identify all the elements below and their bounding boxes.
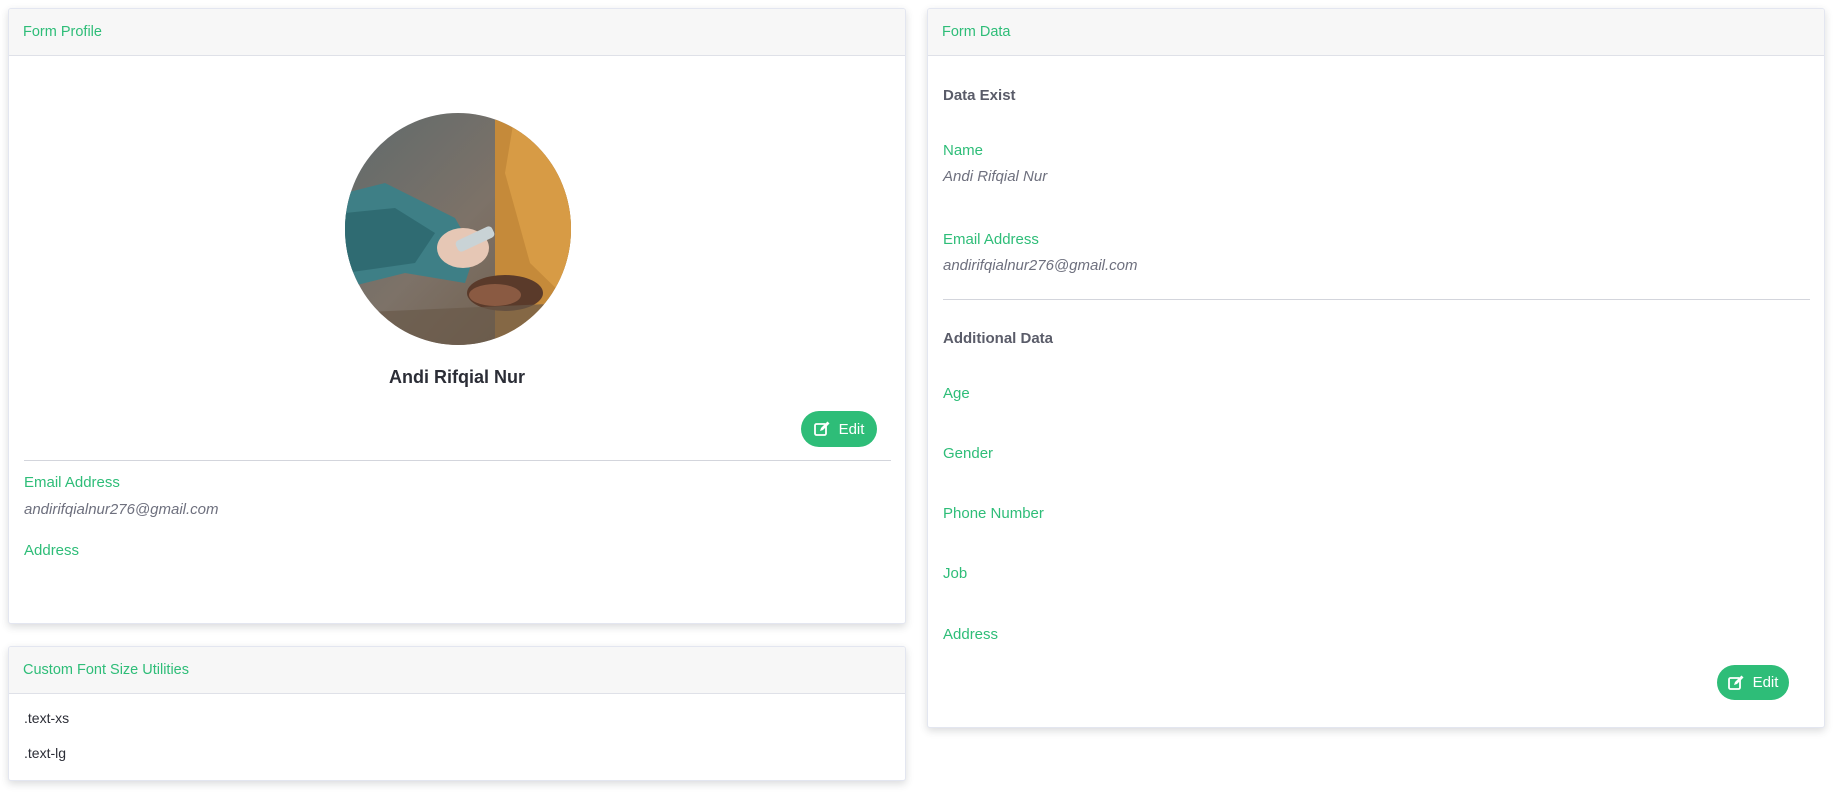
- data-card: Form Data Data Exist Name Andi Rifqial N…: [927, 8, 1825, 728]
- name-label: Name: [943, 142, 984, 159]
- profile-edit-label: Edit: [838, 420, 865, 438]
- email-value: andirifqialnur276@gmail.com: [943, 257, 1138, 274]
- avatar: [345, 113, 571, 345]
- data-card-title: Form Data: [942, 24, 1011, 40]
- profile-name: Andi Rifqial Nur: [389, 367, 525, 387]
- edit-icon: [813, 421, 830, 436]
- data-exist-title: Data Exist: [943, 87, 1016, 104]
- address-label: Address: [943, 626, 999, 643]
- name-value: Andi Rifqial Nur: [943, 168, 1048, 185]
- data-edit-label: Edit: [1752, 674, 1779, 691]
- age-label: Age: [943, 385, 970, 402]
- additional-data-title: Additional Data: [943, 330, 1054, 347]
- utility-text-xs: .text-xs: [24, 710, 70, 726]
- profile-card-title: Form Profile: [23, 24, 102, 40]
- data-edit-button[interactable]: Edit: [1717, 665, 1789, 700]
- profile-email-value: andirifqialnur276@gmail.com: [24, 501, 219, 518]
- data-card-header: Form Data: [928, 9, 1824, 56]
- utility-text-lg: .text-lg: [24, 745, 67, 761]
- profile-email-label: Email Address: [24, 474, 120, 491]
- utilities-card: Custom Font Size Utilities .text-xs .tex…: [8, 646, 906, 781]
- edit-icon: [1727, 675, 1744, 690]
- profile-edit-button[interactable]: Edit: [801, 411, 877, 447]
- profile-divider: [24, 460, 891, 461]
- data-divider: [943, 299, 1810, 300]
- phone-number-label: Phone Number: [943, 505, 1044, 522]
- utilities-card-header: Custom Font Size Utilities: [9, 647, 905, 694]
- gender-label: Gender: [943, 445, 994, 462]
- utilities-card-title: Custom Font Size Utilities: [23, 662, 189, 678]
- profile-card-header: Form Profile: [9, 9, 905, 56]
- profile-card: Form Profile Andi Rifqial Nur Edit Email…: [8, 8, 906, 624]
- job-label: Job: [943, 565, 968, 582]
- profile-photo: [345, 113, 571, 345]
- email-label: Email Address: [943, 231, 1039, 248]
- profile-address-label: Address: [24, 542, 80, 559]
